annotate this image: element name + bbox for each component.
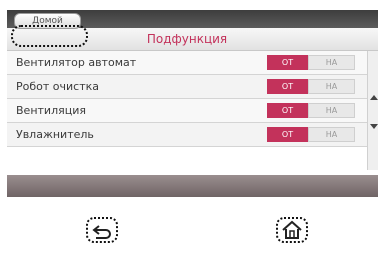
toggle-humidifier[interactable]: ОТ НА — [267, 127, 355, 142]
settings-row-ventilation: Вентиляция ОТ НА — [7, 99, 367, 123]
row-label: Вентилятор автомат — [16, 56, 137, 69]
scroll-up-icon[interactable] — [370, 95, 378, 100]
row-label: Робот очистка — [16, 80, 99, 93]
home-button-label: Домой — [32, 16, 63, 26]
toggle-off-option[interactable]: ОТ — [267, 79, 308, 94]
settings-row-humidifier: Увлажнитель ОТ НА — [7, 123, 367, 147]
footer-bar — [7, 175, 378, 197]
back-arrow-icon — [92, 225, 111, 239]
toggle-off-option[interactable]: ОТ — [267, 127, 308, 142]
toggle-on-option[interactable]: НА — [308, 55, 355, 70]
back-button[interactable] — [86, 217, 118, 243]
settings-list: Вентилятор автомат ОТ НА Робот очистка О… — [7, 51, 367, 147]
settings-row-auto-fan: Вентилятор автомат ОТ НА — [7, 51, 367, 75]
home-icon — [282, 220, 302, 239]
scrollbar[interactable] — [367, 51, 378, 170]
home-button[interactable]: Домой — [14, 13, 81, 29]
toggle-auto-fan[interactable]: ОТ НА — [267, 55, 355, 70]
settings-row-robot-clean: Робот очистка ОТ НА — [7, 75, 367, 99]
page-title: Подфункция — [146, 32, 228, 46]
row-label: Увлажнитель — [16, 128, 94, 141]
toggle-off-option[interactable]: ОТ — [267, 103, 308, 118]
toggle-robot-clean[interactable]: ОТ НА — [267, 79, 355, 94]
toggle-on-option[interactable]: НА — [308, 103, 355, 118]
toggle-ventilation[interactable]: ОТ НА — [267, 103, 355, 118]
device-screen: Домой Подфункция Вентилятор автомат ОТ Н… — [7, 10, 378, 197]
toggle-off-option[interactable]: ОТ — [267, 55, 308, 70]
row-label: Вентиляция — [16, 104, 86, 117]
scroll-down-icon[interactable] — [370, 124, 378, 129]
hardware-home-button[interactable] — [276, 217, 308, 243]
toggle-on-option[interactable]: НА — [308, 79, 355, 94]
toggle-on-option[interactable]: НА — [308, 127, 355, 142]
